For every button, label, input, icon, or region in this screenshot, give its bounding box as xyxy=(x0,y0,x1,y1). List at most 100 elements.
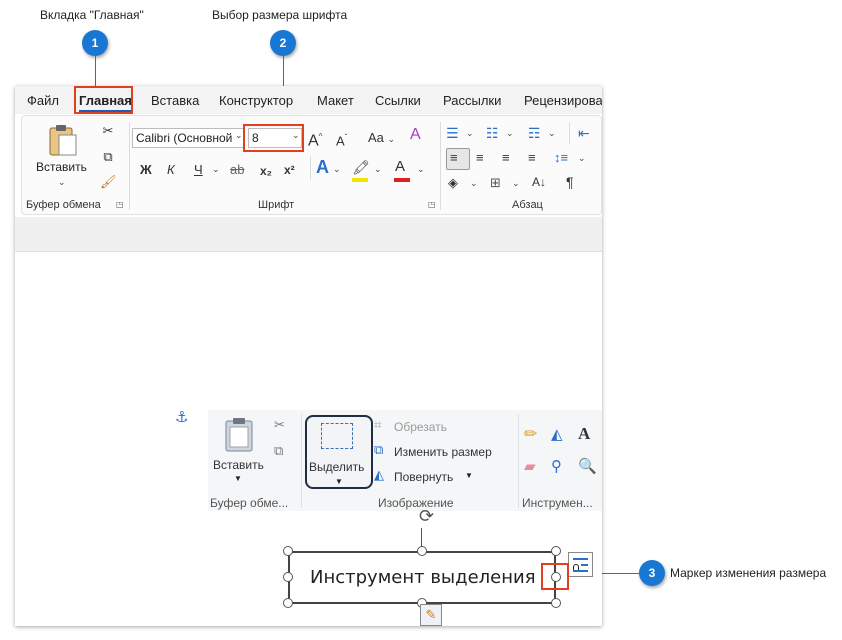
shading-icon[interactable]: ◈ xyxy=(448,174,458,192)
font-name-combo[interactable]: Calibri (Основной xyxy=(132,128,244,148)
callout-1-badge: 1 xyxy=(82,30,108,56)
paint-select-arrow-icon: ▼ xyxy=(335,477,343,486)
font-launcher-icon[interactable]: ◳ xyxy=(428,200,436,209)
borders-chevron-icon[interactable]: ⌄ xyxy=(512,178,520,189)
font-color-chevron-icon[interactable]: ⌄ xyxy=(417,164,425,175)
text-effects-icon[interactable]: A xyxy=(316,158,329,176)
rotate-arrow-icon: ▼ xyxy=(465,471,473,480)
multilevel-list-icon[interactable]: ☶ xyxy=(528,124,541,142)
magnifier-icon: 🔍 xyxy=(578,458,597,475)
callout-2-badge: 2 xyxy=(270,30,296,56)
paint-separator xyxy=(518,414,519,508)
rotate-handle-icon[interactable]: ⟳ xyxy=(419,506,434,527)
clipboard-group-label: Буфер обмена xyxy=(26,199,101,211)
font-name-value: Calibri (Основной xyxy=(136,131,233,145)
font-group-label: Шрифт xyxy=(258,199,295,211)
paste-button[interactable]: Вставить xyxy=(36,160,87,174)
ribbon-bottom-area xyxy=(15,217,602,252)
text-box[interactable]: Инструмент выделения xyxy=(288,551,556,604)
bullets-chevron-icon[interactable]: ⌄ xyxy=(466,128,474,139)
font-separator xyxy=(310,156,311,180)
format-painter-icon[interactable]: 🖌 xyxy=(100,173,117,191)
cut-icon[interactable]: ✂ xyxy=(100,122,116,140)
multilevel-chevron-icon[interactable]: ⌄ xyxy=(548,128,556,139)
paint-select-button: Выделить ▼ xyxy=(305,415,373,489)
paint-paste-label: Вставить xyxy=(213,458,264,472)
align-left-icon: ≡ xyxy=(450,150,458,165)
subscript-button[interactable]: x₂ xyxy=(260,162,272,180)
highlight-home-tab xyxy=(74,86,133,114)
paragraph-group-label: Абзац xyxy=(512,199,543,211)
bold-button[interactable]: Ж xyxy=(140,161,152,179)
justify-icon[interactable]: ≡ xyxy=(528,149,536,167)
shading-chevron-icon[interactable]: ⌄ xyxy=(470,178,478,189)
resize-label: Изменить размер xyxy=(394,445,492,459)
shrink-font-icon[interactable]: Aˇ xyxy=(336,129,347,150)
callout-1-line xyxy=(95,56,96,87)
resize-handle-top[interactable] xyxy=(417,546,427,556)
callout-2-label: Выбор размера шрифта xyxy=(212,8,348,22)
tab-insert[interactable]: Вставка xyxy=(151,93,199,108)
sort-icon[interactable]: A↓ xyxy=(532,173,546,191)
tab-mailings[interactable]: Рассылки xyxy=(443,93,501,108)
paste-icon[interactable] xyxy=(46,123,78,157)
resize-handle-top-left[interactable] xyxy=(283,546,293,556)
layout-options-icon[interactable] xyxy=(568,552,593,577)
font-name-chevron-icon[interactable]: ⌄ xyxy=(235,130,243,141)
numbering-chevron-icon[interactable]: ⌄ xyxy=(506,128,514,139)
crop-icon: ⌗ xyxy=(374,417,382,432)
underline-chevron-icon[interactable]: ⌄ xyxy=(212,164,220,175)
clear-formatting-icon[interactable]: A xyxy=(410,126,421,144)
align-center-icon[interactable]: ≡ xyxy=(476,149,484,167)
text-box-content: Инструмент выделения xyxy=(310,567,536,588)
word-window: Файл Главная Вставка Конструктор Макет С… xyxy=(15,86,602,626)
underline-button[interactable]: Ч xyxy=(194,161,203,179)
callout-1-label: Вкладка "Главная" xyxy=(40,8,144,22)
numbering-icon[interactable]: ☷ xyxy=(486,124,499,142)
font-color-icon[interactable]: A xyxy=(395,158,405,176)
resize-handle-bottom-left[interactable] xyxy=(283,598,293,608)
paint-copy-icon: ⧉ xyxy=(274,443,284,458)
change-case-button[interactable]: Aa ⌄ xyxy=(368,129,395,148)
highlight-chevron-icon[interactable]: ⌄ xyxy=(374,164,382,175)
tab-review[interactable]: Рецензирова xyxy=(524,93,602,108)
strikethrough-button[interactable]: ab xyxy=(230,161,244,179)
copy-icon[interactable]: ⧉ xyxy=(100,148,116,166)
ribbon-home: Вставить ⌄ ✂ ⧉ 🖌 Буфер обмена ◳ Calibri … xyxy=(21,115,602,215)
show-formatting-icon[interactable]: ¶ xyxy=(566,173,574,191)
edit-icon[interactable]: ✎ xyxy=(420,604,442,626)
decrease-indent-icon[interactable]: ⇤ xyxy=(578,124,590,142)
resize-handle-bottom-right[interactable] xyxy=(551,598,561,608)
crop-label: Обрезать xyxy=(394,420,447,434)
paint-ribbon-image: Вставить ▼ ✂ ⧉ Буфер обме... Выделить ▼ … xyxy=(208,410,602,511)
clipboard-launcher-icon[interactable]: ◳ xyxy=(116,200,124,209)
resize-handle-left[interactable] xyxy=(283,572,293,582)
grow-font-icon[interactable]: A^ xyxy=(308,128,322,150)
fill-icon: ◭ xyxy=(551,426,563,443)
rotate-label: Повернуть xyxy=(394,470,454,484)
paint-separator xyxy=(301,414,302,508)
borders-icon[interactable]: ⊞ xyxy=(490,174,501,192)
paste-dropdown-chevron-icon[interactable]: ⌄ xyxy=(58,177,66,188)
text-effects-chevron-icon[interactable]: ⌄ xyxy=(333,164,341,175)
italic-button[interactable]: К xyxy=(167,161,175,179)
tab-references[interactable]: Ссылки xyxy=(375,93,421,108)
resize-handle-top-right[interactable] xyxy=(551,546,561,556)
line-spacing-icon[interactable]: ↕≡ xyxy=(554,149,568,167)
superscript-button[interactable]: x² xyxy=(284,161,295,179)
anchor-icon: ⚓ xyxy=(175,409,189,426)
paint-clipboard-group-label: Буфер обме... xyxy=(210,496,289,510)
tab-design[interactable]: Конструктор xyxy=(219,93,293,108)
paint-cut-icon: ✂ xyxy=(274,417,285,432)
group-separator xyxy=(129,122,130,210)
tab-file[interactable]: Файл xyxy=(27,93,59,108)
text-tool-icon: A xyxy=(578,424,591,443)
highlight-color-icon[interactable]: 🖍 xyxy=(352,158,370,176)
paragraph-separator xyxy=(569,122,570,144)
bullets-icon[interactable]: ☰ xyxy=(446,124,459,142)
paint-paste-icon xyxy=(225,418,253,452)
tab-layout[interactable]: Макет xyxy=(317,93,354,108)
align-right-icon[interactable]: ≡ xyxy=(502,149,510,167)
line-spacing-chevron-icon[interactable]: ⌄ xyxy=(578,153,586,164)
select-marquee-icon xyxy=(321,423,353,449)
